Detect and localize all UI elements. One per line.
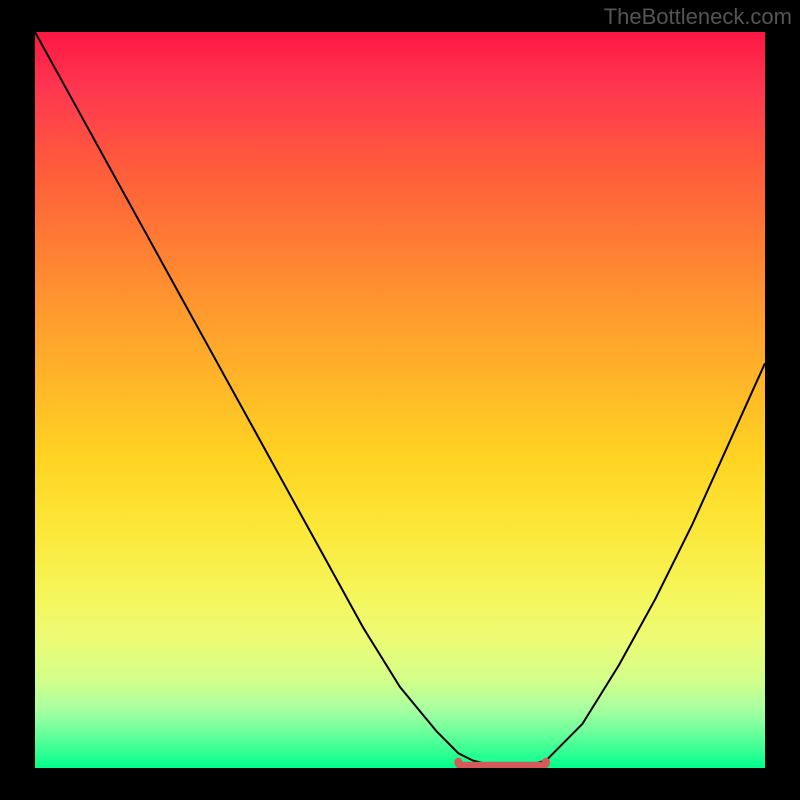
bottleneck-curve [35,32,765,766]
plot-area [35,32,765,768]
chart-svg [35,32,765,768]
optimal-marker [458,762,546,766]
attribution-text: TheBottleneck.com [604,4,792,30]
